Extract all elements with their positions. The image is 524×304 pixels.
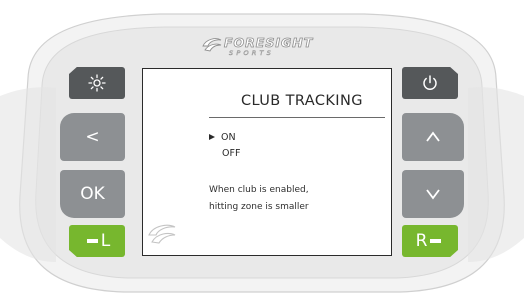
r-button[interactable]: R [402,225,458,257]
info-line-2: hitting zone is smaller [209,202,309,212]
brand-subline: SPORTS [229,49,274,58]
r-button-label: R [415,231,428,251]
option-on[interactable]: ON [209,132,236,143]
ok-button[interactable]: OK [60,170,125,218]
screen-title: CLUB TRACKING [241,93,363,109]
foresight-swoosh-icon [202,38,222,52]
brand-wordmark: FORESIGHT [224,35,314,51]
info-text: When club is enabled, hitting zone is sm… [209,182,379,216]
l-button[interactable]: L [69,225,125,257]
minus-bar-icon [86,239,98,243]
foresight-watermark-icon [148,224,176,244]
power-button[interactable] [402,67,458,99]
down-button[interactable] [402,170,464,218]
option-on-label: ON [221,132,236,143]
l-button-label: L [100,231,111,251]
brand-logo: FORESIGHT SPORTS [202,34,352,60]
display-screen: CLUB TRACKING ON OFF When club is enable… [142,68,392,256]
title-divider [209,117,385,118]
selection-arrow-icon [209,134,215,140]
chevron-down-icon [426,189,440,200]
brightness-icon [88,74,106,92]
option-off-label: OFF [222,148,241,159]
minus-bar-icon [430,239,442,243]
brightness-button[interactable] [69,67,125,99]
option-off[interactable]: OFF [222,148,240,159]
power-icon [423,75,437,90]
left-button[interactable]: < [60,113,125,161]
left-button-label: < [85,127,100,147]
up-button[interactable] [402,113,464,161]
info-line-1: When club is enabled, [209,185,309,195]
chevron-up-icon [426,131,440,142]
ok-button-label: OK [80,184,105,204]
launch-monitor-device: FORESIGHT SPORTS < OK L R CLUB TRACKING … [0,0,524,304]
